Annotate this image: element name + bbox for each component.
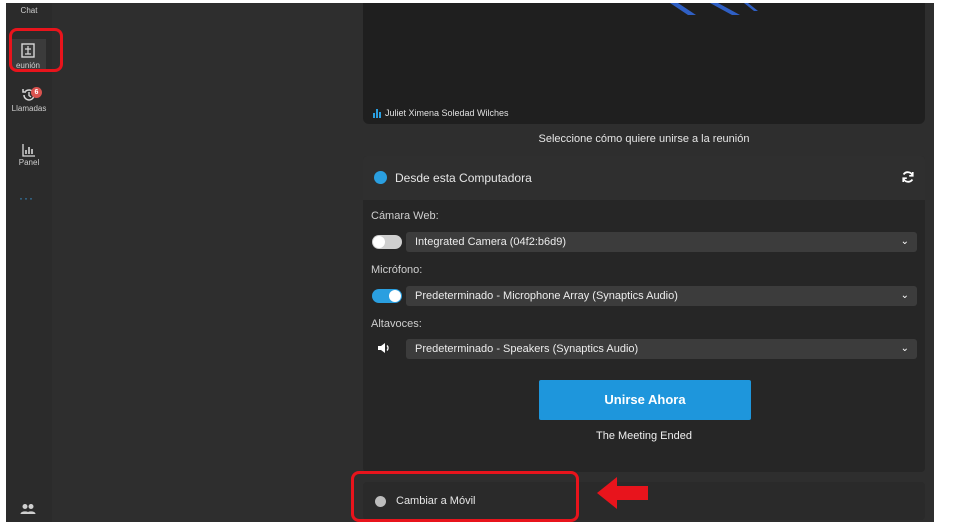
- speakers-select[interactable]: Predeterminado - Speakers (Synaptics Aud…: [406, 339, 917, 359]
- microphone-select-value: Predeterminado - Microphone Array (Synap…: [415, 290, 678, 302]
- video-preview: Juliet Ximena Soledad Wilches: [363, 3, 925, 124]
- camera-select-value: Integrated Camera (04f2:b6d9): [415, 236, 567, 248]
- computer-option-header[interactable]: Desde esta Computadora: [363, 156, 925, 200]
- more-apps-icon[interactable]: ···: [19, 191, 34, 205]
- computer-option-radio[interactable]: [374, 171, 387, 184]
- microphone-toggle-knob: [389, 290, 401, 302]
- chevron-down-icon: ⌄: [900, 290, 909, 301]
- rail-item-calls[interactable]: 6 Llamadas: [6, 87, 52, 113]
- microphone-toggle[interactable]: [372, 289, 402, 303]
- computer-option-title: Desde esta Computadora: [395, 171, 532, 185]
- chevron-down-icon: ⌄: [900, 343, 909, 354]
- meeting-status: The Meeting Ended: [595, 430, 692, 442]
- rail-item-chat[interactable]: Chat: [6, 5, 52, 15]
- rail-item-panel[interactable]: Panel: [6, 143, 52, 167]
- chevron-down-icon: ⌄: [900, 236, 909, 247]
- watermark-logo: [670, 3, 758, 15]
- meeting-highlight-annotation: [9, 28, 63, 72]
- arrow-left-icon: [597, 477, 648, 509]
- speaker-icon: [378, 343, 389, 353]
- rail-calls-label: Llamadas: [11, 104, 47, 113]
- microphone-label: Micrófono:: [371, 264, 423, 276]
- rail-panel-label: Panel: [18, 158, 40, 167]
- join-now-button[interactable]: Unirse Ahora: [539, 380, 751, 420]
- speakers-label: Altavoces:: [371, 318, 422, 330]
- camera-toggle[interactable]: [372, 235, 402, 249]
- join-heading: Seleccione cómo quiere unirse a la reuni…: [538, 133, 750, 145]
- camera-label: Cámara Web:: [371, 210, 439, 222]
- active-speaker: Juliet Ximena Soledad Wilches: [373, 108, 509, 118]
- contacts-icon[interactable]: [20, 503, 36, 515]
- computer-option-card: Desde esta Computadora Cámara Web: Integ…: [363, 156, 925, 472]
- speakers-select-value: Predeterminado - Speakers (Synaptics Aud…: [415, 343, 639, 355]
- camera-toggle-knob: [373, 236, 385, 248]
- mobile-highlight-annotation: [351, 471, 579, 522]
- camera-select[interactable]: Integrated Camera (04f2:b6d9) ⌄: [406, 232, 917, 252]
- calls-badge: 6: [31, 87, 42, 98]
- left-rail: Chat eunión 6 Llamadas Panel ···: [6, 3, 52, 522]
- microphone-select[interactable]: Predeterminado - Microphone Array (Synap…: [406, 286, 917, 306]
- refresh-icon[interactable]: [901, 170, 915, 184]
- screenshot-frame-right: [934, 0, 969, 524]
- audio-level-icon: [373, 108, 381, 118]
- rail-chat-label: Chat: [20, 6, 38, 15]
- speaker-name: Juliet Ximena Soledad Wilches: [385, 108, 509, 118]
- bar-chart-icon: [22, 144, 35, 157]
